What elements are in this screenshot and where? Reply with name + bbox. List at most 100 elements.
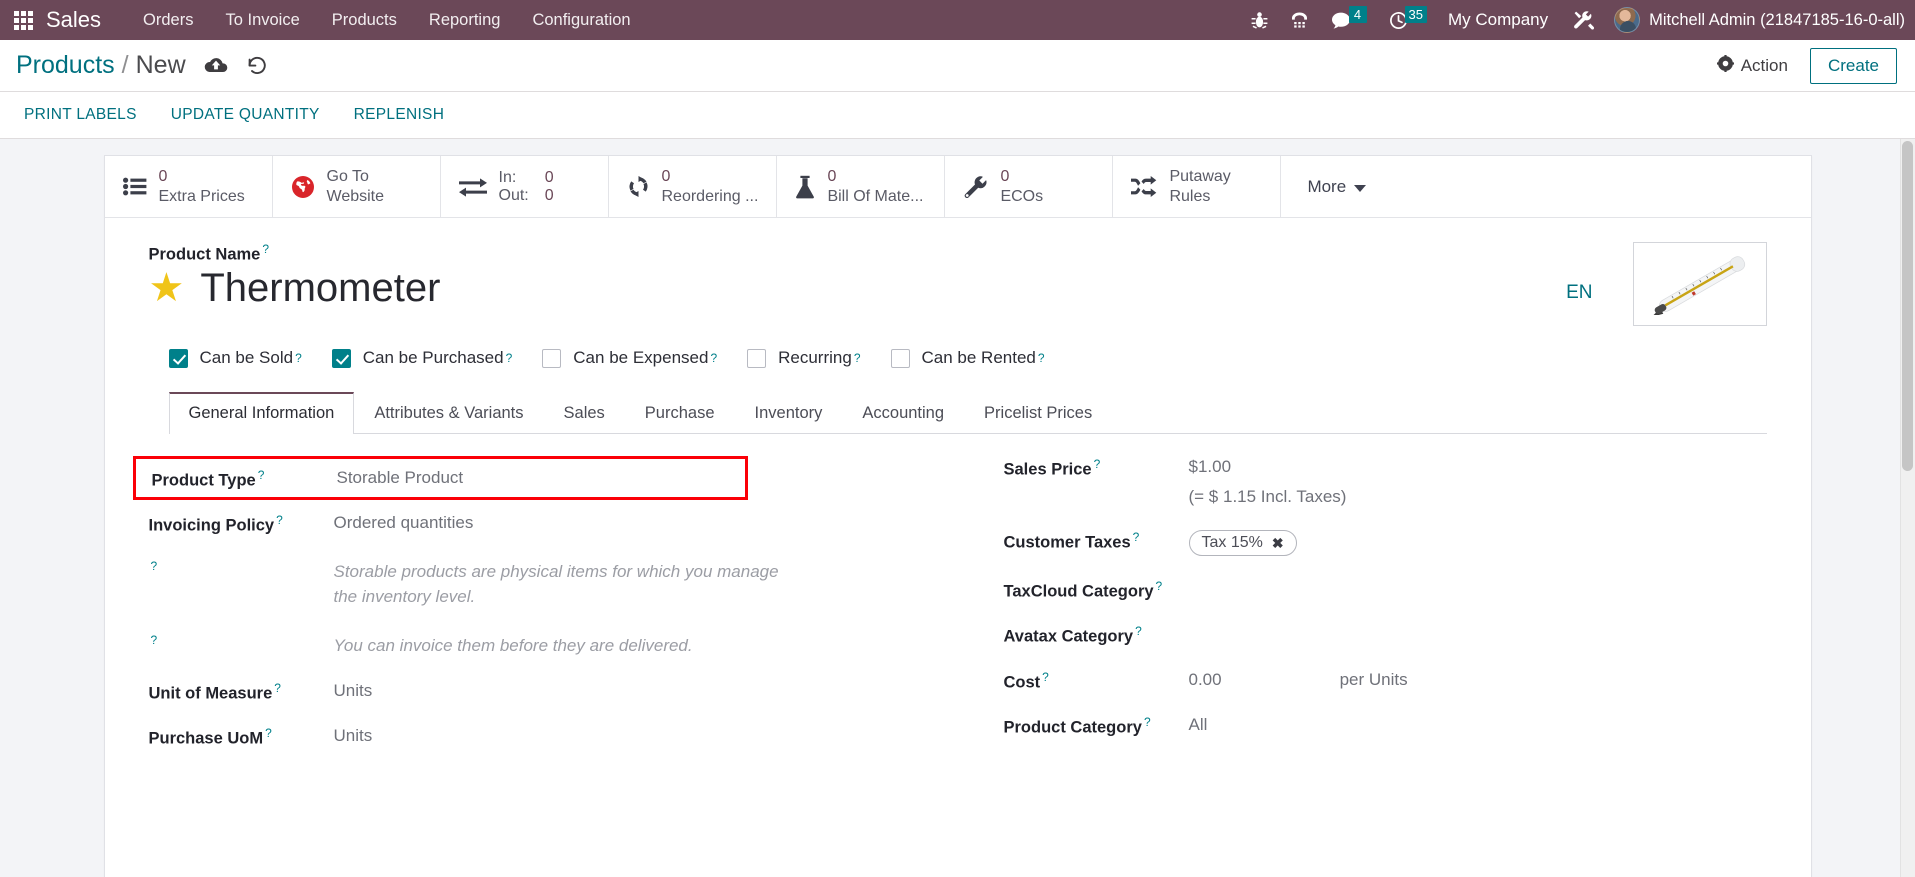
action-button[interactable]: Action [1716, 54, 1788, 77]
tax-tag-label: Tax 15% [1201, 534, 1263, 551]
stat-value-bom: 0 [827, 167, 837, 185]
checkbox-can-be-expensed-box[interactable] [542, 348, 562, 368]
checkbox-recurring[interactable]: Recurring? [747, 348, 861, 368]
field-sales-price-label: Sales Price [1003, 460, 1092, 479]
help-marker[interactable]: ? [1144, 715, 1151, 729]
field-invoicing-policy-value[interactable]: Ordered quantities [334, 512, 918, 533]
undo-discard-icon[interactable] [246, 56, 268, 76]
stat-button-reordering-rules[interactable]: 0 Reordering ... [609, 156, 778, 217]
print-labels-button[interactable]: PRINT LABELS [12, 100, 149, 130]
help-marker[interactable]: ? [1135, 624, 1142, 638]
tab-inventory[interactable]: Inventory [735, 392, 843, 434]
help-marker[interactable]: ? [295, 351, 302, 365]
shuffle-icon [1131, 176, 1157, 197]
product-image[interactable] [1632, 242, 1767, 326]
replenish-button[interactable]: REPLENISH [342, 100, 457, 130]
stat-button-ecos[interactable]: 0 ECOs [945, 156, 1114, 217]
more-label: More [1307, 176, 1347, 196]
help-marker[interactable]: ? [258, 468, 265, 482]
stat-inout-grid: In: 0 Out: 0 [499, 169, 554, 205]
more-stat-buttons-dropdown[interactable]: More [1281, 156, 1392, 217]
help-marker[interactable]: ? [1042, 670, 1049, 684]
page-scrollbar[interactable] [1900, 139, 1915, 877]
nav-item-products[interactable]: Products [316, 0, 413, 40]
checkbox-can-be-sold-box[interactable] [168, 348, 188, 368]
checkbox-can-be-rented[interactable]: Can be Rented? [890, 348, 1045, 368]
company-selector[interactable]: My Company [1448, 10, 1548, 30]
help-marker[interactable]: ? [262, 242, 269, 256]
wrench-screwdriver-icon[interactable] [1573, 10, 1595, 31]
tab-general-information[interactable]: General Information [168, 392, 355, 434]
close-icon[interactable]: ✖ [1272, 535, 1284, 552]
field-product-type-value[interactable]: Storable Product [337, 467, 729, 488]
bug-icon[interactable] [1251, 11, 1268, 30]
field-avatax-category-value[interactable] [1189, 623, 1727, 624]
tab-accounting[interactable]: Accounting [842, 392, 964, 434]
update-quantity-button[interactable]: UPDATE QUANTITY [159, 100, 332, 130]
stat-button-bill-of-materials[interactable]: 0 Bill Of Mate... [777, 156, 946, 217]
invoicing-policy-hint-row: ? You can invoice them before they are d… [149, 632, 918, 659]
create-button[interactable]: Create [1809, 47, 1897, 84]
stat-in-key: In: [498, 168, 517, 186]
field-product-category-value[interactable]: All [1189, 714, 1727, 735]
help-marker[interactable]: ? [1038, 351, 1045, 365]
app-brand-sales[interactable]: Sales [46, 0, 101, 40]
tab-sales[interactable]: Sales [544, 392, 625, 434]
help-marker[interactable]: ? [854, 351, 861, 365]
status-badge-tax[interactable]: Tax 15% ✖ [1188, 530, 1297, 556]
field-cost-value[interactable]: 0.00 [1189, 670, 1222, 690]
field-invoicing-policy-label-wrap: Invoicing Policy? [149, 512, 334, 535]
stat-button-in-out[interactable]: In: 0 Out: 0 [441, 156, 609, 217]
field-purchase-uom-value[interactable]: Units [334, 725, 918, 746]
tab-attributes-variants[interactable]: Attributes & Variants [354, 392, 543, 434]
nav-item-configuration[interactable]: Configuration [516, 0, 646, 40]
help-marker[interactable]: ? [1156, 579, 1163, 593]
language-badge-en[interactable]: EN [1566, 282, 1592, 304]
breadcrumb-products[interactable]: Products [16, 51, 115, 80]
checkbox-can-be-purchased[interactable]: Can be Purchased? [331, 348, 513, 368]
product-name-input[interactable]: Thermometer [200, 266, 440, 310]
messages-icon[interactable]: 4 [1331, 5, 1367, 30]
user-menu[interactable]: Mitchell Admin (21847185-16-0-all) [1614, 7, 1905, 33]
field-taxcloud-category-value[interactable] [1189, 578, 1727, 579]
apps-grid-icon[interactable] [6, 0, 40, 40]
checkbox-can-be-sold[interactable]: Can be Sold? [168, 348, 302, 368]
help-marker[interactable]: ? [274, 681, 281, 695]
stat-button-putaway-rules[interactable]: Putaway Rules [1113, 156, 1282, 217]
checkbox-can-be-expensed[interactable]: Can be Expensed? [542, 348, 717, 368]
breadcrumb-separator: / [121, 51, 129, 79]
field-unit-of-measure-value[interactable]: Units [334, 680, 918, 701]
help-marker[interactable]: ? [710, 351, 717, 365]
field-unit-of-measure-label-wrap: Unit of Measure? [149, 680, 334, 703]
help-marker[interactable]: ? [151, 559, 158, 573]
field-taxcloud-category-label-wrap: TaxCloud Category? [1004, 578, 1189, 601]
nav-item-to-invoice[interactable]: To Invoice [209, 0, 315, 40]
nav-item-orders[interactable]: Orders [127, 0, 209, 40]
page-scrollbar-thumb[interactable] [1902, 141, 1913, 471]
help-marker[interactable]: ? [506, 351, 513, 365]
help-marker[interactable]: ? [151, 633, 158, 647]
stat-button-extra-prices[interactable]: 0 Extra Prices [105, 156, 273, 217]
help-marker[interactable]: ? [1094, 457, 1101, 471]
field-customer-taxes-value[interactable]: Tax 15% ✖ [1188, 529, 1727, 556]
nav-item-reporting[interactable]: Reporting [413, 0, 517, 40]
field-sales-price-value[interactable]: $1.00 [1189, 456, 1347, 477]
stat-button-go-to-website[interactable]: Go To Website [273, 156, 441, 217]
help-marker[interactable]: ? [1133, 530, 1140, 544]
product-type-highlight: Product Type? Storable Product [132, 456, 748, 501]
tab-pricelist-prices[interactable]: Pricelist Prices [964, 392, 1112, 434]
field-avatax-category: Avatax Category? [1004, 623, 1727, 646]
help-marker[interactable]: ? [265, 726, 272, 740]
star-icon[interactable]: ★ [149, 268, 185, 308]
checkbox-can-be-purchased-box[interactable] [331, 348, 351, 368]
stat-in-value: 0 [544, 168, 554, 186]
activities-clock-icon[interactable]: 35 [1389, 5, 1427, 30]
checkbox-recurring-box[interactable] [747, 348, 767, 368]
tab-purchase[interactable]: Purchase [625, 392, 735, 434]
cloud-upload-icon[interactable] [204, 56, 228, 75]
checkbox-can-be-rented-box[interactable] [890, 348, 910, 368]
field-taxcloud-category: TaxCloud Category? [1004, 578, 1727, 601]
help-marker[interactable]: ? [276, 513, 283, 527]
field-avatax-category-label: Avatax Category [1003, 627, 1134, 646]
phone-keypad-icon[interactable] [1290, 11, 1309, 30]
